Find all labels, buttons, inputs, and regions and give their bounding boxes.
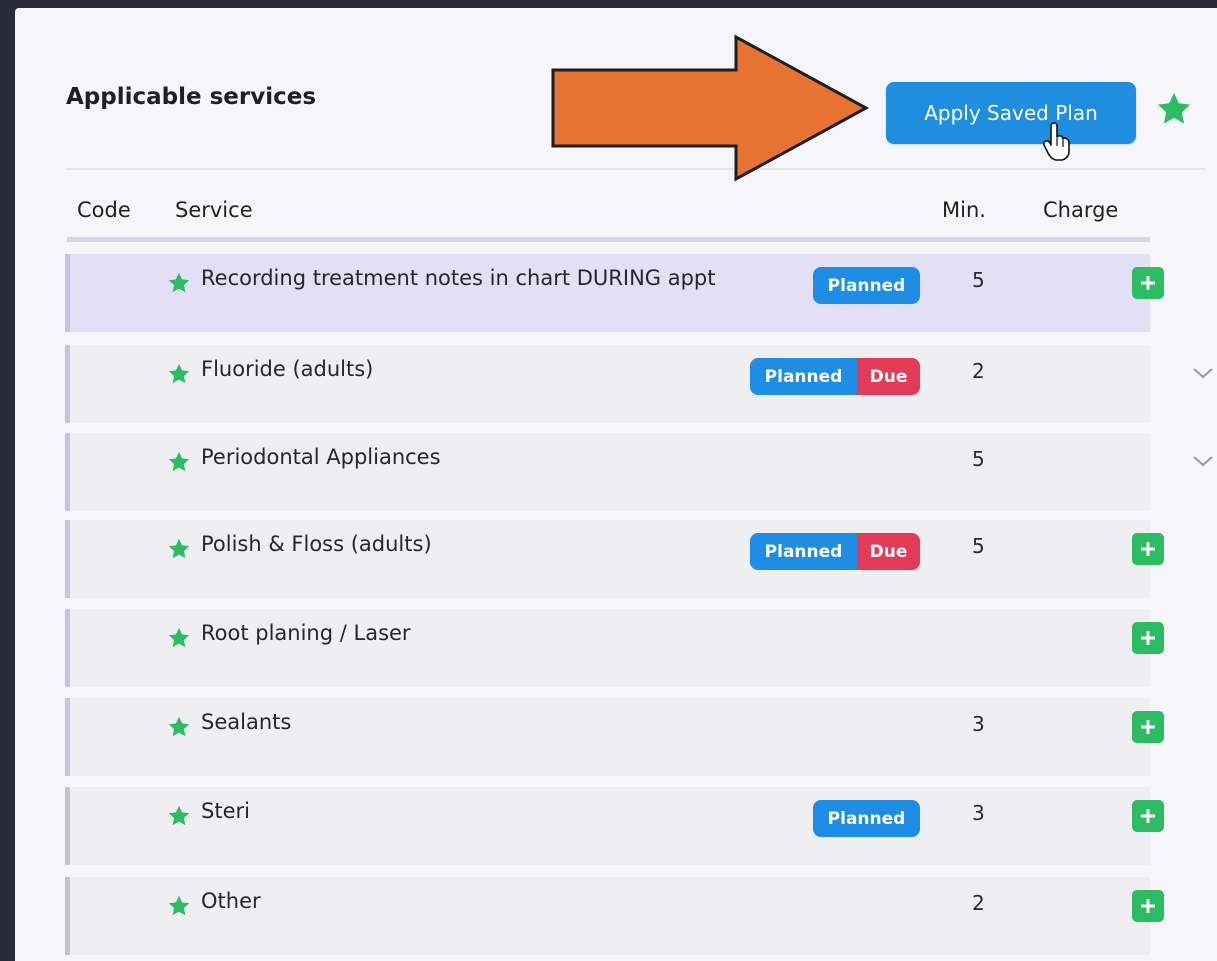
- service-minutes: 3: [972, 801, 985, 825]
- service-name: Sealants: [201, 710, 292, 734]
- chevron-down-icon[interactable]: [1192, 365, 1214, 384]
- table-row[interactable]: Steri Planned 3: [65, 787, 1164, 865]
- star-icon[interactable]: [167, 894, 191, 922]
- plus-icon: [1139, 540, 1157, 558]
- service-name: Steri: [201, 799, 250, 823]
- due-badge: Due: [857, 533, 920, 570]
- star-icon[interactable]: [167, 362, 191, 390]
- arrow-right-icon: [551, 34, 870, 182]
- table-header-underline: [67, 237, 1150, 242]
- star-icon[interactable]: [167, 450, 191, 478]
- chevron-down-icon[interactable]: [1192, 453, 1214, 472]
- planned-badge: Planned: [813, 267, 920, 304]
- planned-badge: Planned: [750, 358, 857, 395]
- planned-badge: Planned: [813, 800, 920, 837]
- plus-icon: [1139, 629, 1157, 647]
- planned-badge: Planned: [750, 533, 857, 570]
- table-row[interactable]: Other 2: [65, 877, 1164, 955]
- table-row[interactable]: Sealants 3: [65, 698, 1164, 776]
- add-charge-button[interactable]: [1132, 622, 1164, 654]
- due-badge: Due: [857, 358, 920, 395]
- column-header-min: Min.: [942, 198, 986, 222]
- service-minutes: 2: [972, 891, 985, 915]
- apply-saved-plan-button[interactable]: Apply Saved Plan: [886, 82, 1136, 144]
- column-header-charge: Charge: [1043, 198, 1119, 222]
- add-charge-button[interactable]: [1132, 533, 1164, 565]
- service-name: Root planing / Laser: [201, 621, 411, 645]
- service-minutes: 5: [972, 534, 985, 558]
- table-row[interactable]: Root planing / Laser: [65, 609, 1164, 687]
- add-charge-button[interactable]: [1132, 711, 1164, 743]
- service-name: Fluoride (adults): [201, 357, 374, 381]
- service-minutes: 3: [972, 712, 985, 736]
- table-row[interactable]: Fluoride (adults) Due Planned 2: [65, 345, 1213, 423]
- table-row[interactable]: Periodontal Appliances 5: [65, 433, 1213, 511]
- table-row[interactable]: Recording treatment notes in chart DURIN…: [65, 254, 1164, 332]
- star-icon[interactable]: [167, 626, 191, 654]
- column-header-code: Code: [77, 198, 131, 222]
- service-minutes: 2: [972, 359, 985, 383]
- add-charge-button[interactable]: [1132, 890, 1164, 922]
- plus-icon: [1139, 718, 1157, 736]
- plus-icon: [1139, 897, 1157, 915]
- star-icon[interactable]: [167, 804, 191, 832]
- plus-icon: [1139, 807, 1157, 825]
- service-minutes: 5: [972, 268, 985, 292]
- service-name: Polish & Floss (adults): [201, 532, 432, 556]
- service-name: Other: [201, 889, 261, 913]
- star-icon[interactable]: [167, 715, 191, 743]
- star-icon[interactable]: [167, 271, 191, 299]
- add-charge-button[interactable]: [1132, 800, 1164, 832]
- table-row[interactable]: Polish & Floss (adults) Due Planned 5: [65, 520, 1164, 598]
- service-minutes: 5: [972, 447, 985, 471]
- column-header-service: Service: [175, 198, 253, 222]
- service-name: Recording treatment notes in chart DURIN…: [201, 266, 716, 290]
- plus-icon: [1139, 274, 1157, 292]
- star-icon[interactable]: [167, 537, 191, 565]
- hand-pointer-icon: [1042, 122, 1072, 166]
- service-name: Periodontal Appliances: [201, 445, 441, 469]
- page-title: Applicable services: [66, 84, 317, 110]
- add-charge-button[interactable]: [1132, 267, 1164, 299]
- star-icon[interactable]: [1155, 90, 1193, 132]
